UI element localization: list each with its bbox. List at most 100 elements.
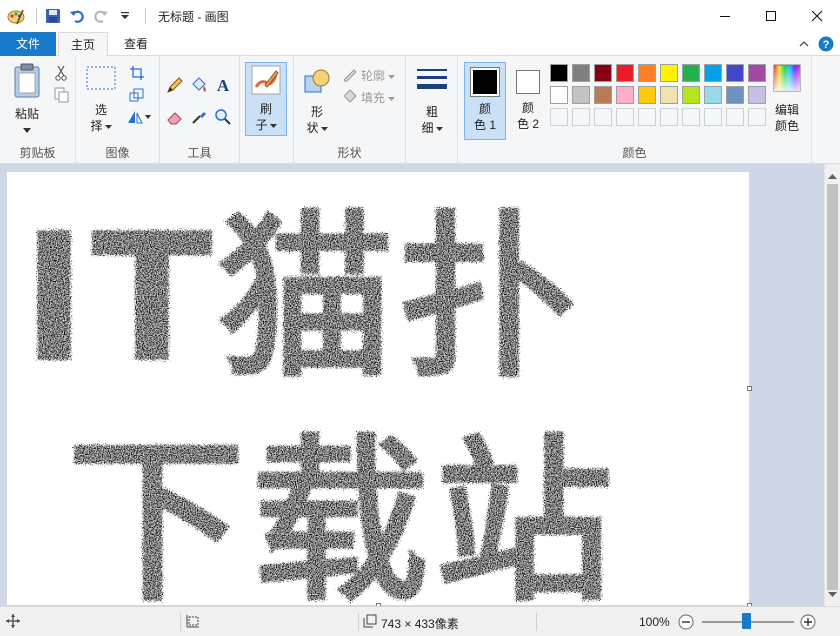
scroll-up-icon[interactable] [828,169,837,183]
size-group: 粗 细 [406,56,458,164]
color-swatch[interactable] [726,86,744,104]
tab-view[interactable]: 查看 [112,32,160,56]
magnifier-icon[interactable] [214,108,232,126]
color-swatch[interactable] [572,64,590,82]
tab-file[interactable]: 文件 [0,32,56,56]
empty-color-swatch[interactable] [704,108,722,126]
close-button[interactable] [794,0,840,32]
color1-fill [473,70,497,94]
color-swatch[interactable] [682,86,700,104]
color-swatch[interactable] [616,64,634,82]
vertical-scrollbar[interactable] [824,164,840,606]
color-swatch[interactable] [660,64,678,82]
status-separator [536,613,537,631]
help-icon[interactable]: ? [818,36,834,55]
empty-color-swatch[interactable] [572,108,590,126]
svg-text:A: A [217,76,230,94]
paste-button[interactable]: 粘贴 [6,62,48,138]
canvas-resize-handle-right[interactable] [747,386,752,391]
outline-dropdown-icon [388,69,396,83]
cut-icon[interactable] [52,64,70,82]
edit-colors-label-1: 编辑 [774,103,799,117]
color-swatch[interactable] [748,64,766,82]
collapse-ribbon-icon[interactable] [798,38,810,53]
empty-color-swatch[interactable] [616,108,634,126]
fill-bucket-icon[interactable] [190,76,208,94]
window-title: 无标题 - 画图 [158,9,229,24]
drawing-canvas[interactable]: IT猫扑 下载站 [7,172,749,626]
color-swatch[interactable] [616,86,634,104]
save-icon[interactable] [43,6,63,26]
rotate-icon[interactable] [126,108,152,126]
size-label-2: 细 [421,121,434,135]
select-button[interactable]: 选 择 [84,66,118,134]
color-swatch[interactable] [748,86,766,104]
color1-label-1: 颜 [478,102,491,116]
shapes-button[interactable]: 形 状 [300,66,334,136]
color-swatch[interactable] [594,86,612,104]
pencil-icon[interactable] [166,76,184,94]
crop-icon[interactable] [128,64,146,82]
empty-color-swatch[interactable] [748,108,766,126]
color-swatch[interactable] [638,86,656,104]
fill-button[interactable]: 填充 [342,88,396,107]
empty-color-swatch[interactable] [638,108,656,126]
scroll-thumb[interactable] [827,184,838,590]
empty-color-swatch[interactable] [682,108,700,126]
color1-swatch [470,67,500,97]
outline-button[interactable]: 轮廓 [342,66,396,85]
zoom-out-button[interactable] [678,614,694,633]
shapes-group: 形 状 轮廓 填充 形状 [294,56,406,164]
scroll-down-icon[interactable] [828,587,837,601]
title-bar: 无标题 - 画图 [0,0,840,32]
brush-icon [251,65,281,99]
select-dropdown-icon [104,118,112,134]
color-swatch[interactable] [660,86,678,104]
tools-group: A 工具 [160,56,240,164]
copy-icon[interactable] [52,86,70,104]
color-swatch[interactable] [726,64,744,82]
fill-label: 填充 [361,91,386,105]
ribbon: 粘贴 剪贴板 选 择 图像 A 工具 刷 子 形 状 轮廓 填充 形状 粗 细 … [0,56,840,164]
color2-button[interactable]: 颜 色 2 [508,62,548,140]
tab-home[interactable]: 主页 [58,32,108,57]
undo-icon[interactable] [67,6,87,26]
color-swatch[interactable] [682,64,700,82]
color-swatch[interactable] [704,86,722,104]
zoom-slider-thumb[interactable] [742,613,751,629]
clipboard-group-label: 剪贴板 [19,146,56,160]
minimize-button[interactable] [702,0,748,32]
empty-color-swatch[interactable] [660,108,678,126]
shapes-icon [302,66,332,100]
color-swatch[interactable] [638,64,656,82]
zoom-level: 100% [639,615,670,629]
redo-icon[interactable] [91,6,111,26]
eraser-icon[interactable] [166,108,184,126]
color-swatch[interactable] [550,86,568,104]
color-swatch[interactable] [572,86,590,104]
empty-color-swatch[interactable] [726,108,744,126]
color-swatch[interactable] [594,64,612,82]
brush-label-1: 刷 [259,102,272,116]
brushes-group: 刷 子 [240,56,294,164]
outline-label: 轮廓 [361,69,386,83]
color-swatch[interactable] [550,64,568,82]
canvas-workspace: IT猫扑 下载站 [0,164,824,626]
zoom-in-button[interactable] [800,614,816,633]
color1-button[interactable]: 颜 色 1 [464,62,506,140]
maximize-button[interactable] [748,0,794,32]
customize-qat-icon[interactable] [115,6,135,26]
size-button[interactable]: 粗 细 [414,66,450,136]
edit-colors-button[interactable]: 编辑 颜色 [766,64,808,134]
brushes-button[interactable]: 刷 子 [245,62,287,136]
empty-color-swatch[interactable] [594,108,612,126]
canvas-drawing: IT猫扑 下载站 [21,195,613,626]
color-swatch[interactable] [704,64,722,82]
paint-app-icon[interactable] [6,6,26,26]
image-group-label: 图像 [105,146,130,160]
resize-icon[interactable] [128,86,146,104]
ribbon-help-area: ? [798,36,834,55]
empty-color-swatch[interactable] [550,108,568,126]
text-icon[interactable]: A [214,76,232,94]
color-picker-icon[interactable] [190,108,208,126]
